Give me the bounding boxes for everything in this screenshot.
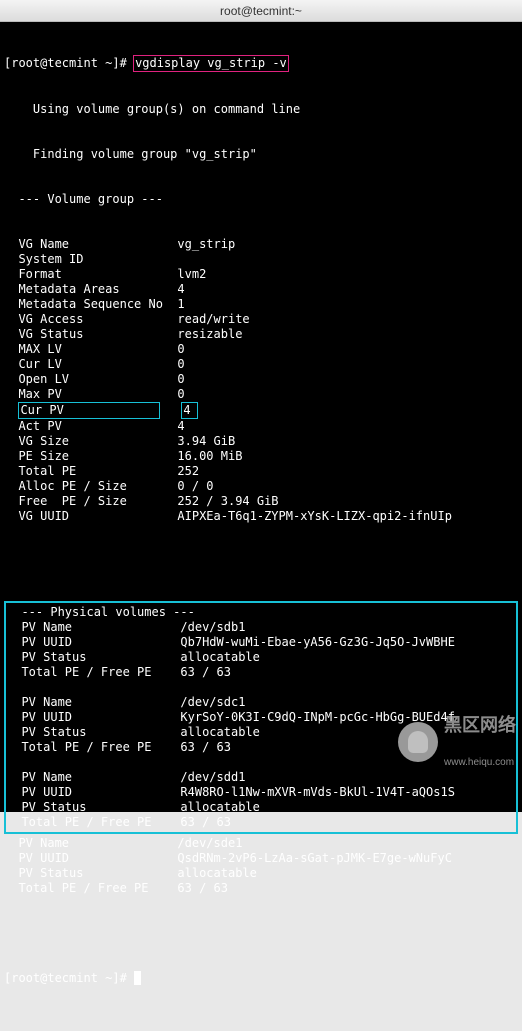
prompt: [root@tecmint ~]# bbox=[4, 971, 127, 985]
vg-row: VG Name vg_strip bbox=[4, 237, 518, 252]
pv-row: PV UUID R4W8RO-l1Nw-mXVR-mVds-BkUl-1V4T-… bbox=[7, 785, 515, 800]
blank-line bbox=[7, 755, 515, 770]
pv-row: PV Status allocatable bbox=[7, 800, 515, 815]
command-highlight: vgdisplay vg_strip -v bbox=[133, 55, 289, 72]
pv-row: Total PE / Free PE 63 / 63 bbox=[4, 881, 518, 896]
pv-row: Total PE / Free PE 63 / 63 bbox=[7, 665, 515, 680]
vg-row: Total PE 252 bbox=[4, 464, 518, 479]
vg-row: VG Access read/write bbox=[4, 312, 518, 327]
cursor-block bbox=[134, 971, 141, 985]
pv-row: PV Name /dev/sdd1 bbox=[7, 770, 515, 785]
vg-row: Free PE / Size 252 / 3.94 GiB bbox=[4, 494, 518, 509]
prompt: [root@tecmint ~]# bbox=[4, 56, 127, 70]
pv-row: Total PE / Free PE 63 / 63 bbox=[7, 815, 515, 830]
vg-row: Act PV 4 bbox=[4, 419, 518, 434]
pv-row: PV Name /dev/sdc1 bbox=[7, 695, 515, 710]
vg-label: Cur PV bbox=[18, 402, 159, 419]
blank-line bbox=[7, 680, 515, 695]
vg-row: Format lvm2 bbox=[4, 267, 518, 282]
vg-row: VG UUID AIPXEa-T6q1-ZYPM-xYsK-LIZX-qpi2-… bbox=[4, 509, 518, 524]
vg-row: Metadata Sequence No 1 bbox=[4, 297, 518, 312]
msg-using: Using volume group(s) on command line bbox=[18, 102, 300, 116]
pv-row: PV Status allocatable bbox=[7, 725, 515, 740]
pv-row: PV Status allocatable bbox=[4, 866, 518, 881]
pv-row: PV UUID Qb7HdW-wuMi-Ebae-yA56-Gz3G-Jq5O-… bbox=[7, 635, 515, 650]
vg-row-curpv: Cur PV 4 bbox=[4, 402, 518, 419]
prompt-line[interactable]: [root@tecmint ~]# bbox=[4, 971, 518, 986]
vg-header: --- Volume group --- bbox=[4, 192, 518, 207]
pv-row: PV Status allocatable bbox=[7, 650, 515, 665]
physical-volumes-highlight: --- Physical volumes --- PV Name /dev/sd… bbox=[4, 601, 518, 834]
vg-row: Open LV 0 bbox=[4, 372, 518, 387]
pv-row: Total PE / Free PE 63 / 63 bbox=[7, 740, 515, 755]
window-titlebar: root@tecmint:~ bbox=[0, 0, 522, 22]
vg-row: Metadata Areas 4 bbox=[4, 282, 518, 297]
pv-row: PV UUID QsdRNm-2vP6-LzAa-sGat-pJMK-E7ge-… bbox=[4, 851, 518, 866]
msg-finding: Finding volume group "vg_strip" bbox=[18, 147, 256, 161]
vg-row: Cur LV 0 bbox=[4, 357, 518, 372]
vg-row: VG Size 3.94 GiB bbox=[4, 434, 518, 449]
msg-line: Finding volume group "vg_strip" bbox=[4, 147, 518, 162]
pv-row: PV Name /dev/sdb1 bbox=[7, 620, 515, 635]
vg-row: PE Size 16.00 MiB bbox=[4, 449, 518, 464]
terminal-area[interactable]: [root@tecmint ~]# vgdisplay vg_strip -v … bbox=[0, 22, 522, 812]
msg-line: Using volume group(s) on command line bbox=[4, 102, 518, 117]
command-line: [root@tecmint ~]# vgdisplay vg_strip -v bbox=[4, 55, 518, 72]
vg-row: MAX LV 0 bbox=[4, 342, 518, 357]
vg-value: 4 bbox=[181, 402, 197, 419]
pv-row: PV Name /dev/sde1 bbox=[4, 836, 518, 851]
pv-row: PV UUID KyrSoY-0K3I-C9dQ-INpM-pcGc-HbGg-… bbox=[7, 710, 515, 725]
vg-row: Max PV 0 bbox=[4, 387, 518, 402]
pv-header: --- Physical volumes --- bbox=[7, 605, 515, 620]
vg-row: VG Status resizable bbox=[4, 327, 518, 342]
vg-row: Alloc PE / Size 0 / 0 bbox=[4, 479, 518, 494]
vg-row: System ID bbox=[4, 252, 518, 267]
